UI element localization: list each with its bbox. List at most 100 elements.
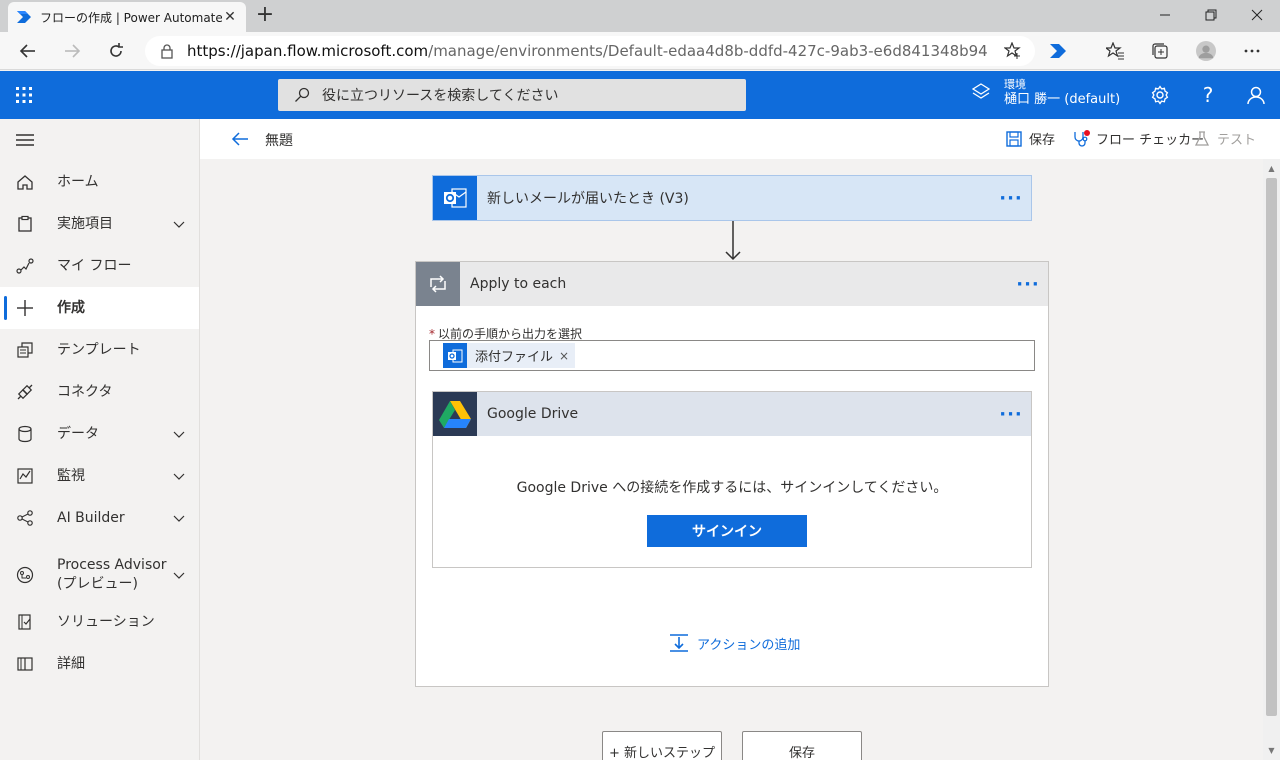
remove-token-icon[interactable]: × — [559, 349, 569, 363]
account-icon[interactable] — [1244, 83, 1268, 107]
power-automate-icon — [17, 11, 31, 23]
save-command[interactable]: 保存 — [1005, 129, 1055, 148]
back-icon[interactable] — [14, 37, 42, 65]
flow-checker-command[interactable]: フロー チェッカー — [1072, 129, 1204, 148]
sidebar-item-label: AI Builder — [57, 509, 125, 526]
url-field[interactable]: https://japan.flow.microsoft.com/manage/… — [145, 36, 1035, 66]
new-step-button[interactable]: + 新しいステップ — [602, 731, 722, 760]
chevron-down-icon[interactable] — [173, 569, 185, 581]
chevron-down-icon[interactable] — [173, 218, 185, 230]
refresh-icon[interactable] — [102, 37, 130, 65]
sidebar-item-label: 監視 — [57, 467, 85, 484]
restore-icon[interactable] — [1188, 0, 1234, 30]
ai-builder-icon — [16, 509, 34, 527]
sidebar-item-connector[interactable]: コネクタ — [0, 371, 199, 413]
output-select-field[interactable]: 添付ファイル × — [429, 340, 1035, 371]
sidebar-item-book[interactable]: 詳細 — [0, 643, 199, 685]
url-path: /manage/environments/Default-edaa4d8b-dd… — [428, 42, 987, 60]
sidebar-item-label: Process Advisor (プレビュー) — [57, 557, 167, 592]
add-action-button[interactable]: アクションの追加 — [669, 633, 800, 653]
sidebar-item-process-advisor[interactable]: Process Advisor (プレビュー) — [0, 549, 199, 601]
scrollbar-thumb[interactable] — [1266, 178, 1277, 716]
sidebar-item-flow[interactable]: マイ フロー — [0, 245, 199, 287]
loop-more-options-icon[interactable]: ··· — [1008, 262, 1048, 306]
resource-search-input[interactable]: 役に立つリソースを検索してください — [278, 79, 746, 111]
trigger-card[interactable]: 新しいメールが届いたとき (V3) ··· — [432, 175, 1032, 221]
settings-gear-icon[interactable] — [1148, 83, 1172, 107]
environment-label: 環境 — [1004, 78, 1026, 91]
connector-arrow-icon — [725, 221, 741, 261]
search-placeholder: 役に立つリソースを検索してください — [322, 88, 559, 104]
lock-icon — [161, 44, 173, 59]
template-icon — [16, 341, 34, 359]
flow-title[interactable]: 無題 — [265, 130, 293, 150]
profile-avatar-icon[interactable] — [1196, 41, 1216, 61]
process-advisor-icon — [16, 566, 34, 584]
trigger-more-options-icon[interactable]: ··· — [991, 176, 1031, 220]
add-action-icon — [670, 634, 688, 652]
hamburger-menu-icon[interactable] — [16, 133, 34, 147]
chevron-down-icon[interactable] — [173, 428, 185, 440]
app-launcher-icon[interactable] — [12, 83, 36, 107]
browser-tab-title: フローの作成 | Power Automate — [40, 10, 222, 25]
add-favorite-icon[interactable] — [1003, 41, 1023, 61]
trigger-title: 新しいメールが届いたとき (V3) — [487, 191, 689, 207]
sidebar-item-label: ソリューション — [57, 613, 155, 630]
sidebar-item-monitor[interactable]: 監視 — [0, 455, 199, 497]
scroll-down-icon[interactable]: ▼ — [1266, 745, 1277, 756]
browser-tab-strip: フローの作成 | Power Automate ✕ + — [0, 0, 1280, 32]
flow-checker-label: フロー チェッカー — [1096, 133, 1205, 148]
minimize-icon[interactable] — [1142, 0, 1188, 30]
sidebar-item-label: 詳細 — [57, 655, 85, 672]
forward-icon[interactable] — [58, 37, 86, 65]
connector-icon — [16, 383, 34, 401]
sidebar-item-ai-builder[interactable]: AI Builder — [0, 497, 199, 539]
help-icon[interactable]: ? — [1196, 83, 1220, 107]
browser-tab[interactable]: フローの作成 | Power Automate ✕ — [8, 2, 246, 32]
environment-name: 樋口 勝一 (default) — [1004, 92, 1121, 107]
google-drive-header[interactable]: Google Drive ··· — [433, 392, 1031, 436]
output-select-label-text: 以前の手順から出力を選択 — [438, 327, 583, 341]
flask-icon — [1194, 130, 1210, 146]
plus-icon — [16, 299, 34, 317]
sidebar-item-clipboard[interactable]: 実施項目 — [0, 203, 199, 245]
sidebar-item-label: テンプレート — [57, 341, 141, 358]
back-arrow-icon[interactable] — [230, 129, 250, 149]
google-drive-more-options-icon[interactable]: ··· — [991, 392, 1031, 436]
environment-icon — [972, 83, 990, 99]
close-tab-icon[interactable]: ✕ — [222, 9, 238, 25]
chevron-down-icon[interactable] — [173, 470, 185, 482]
sidebar-item-database[interactable]: データ — [0, 413, 199, 455]
test-command[interactable]: テスト — [1193, 129, 1256, 148]
google-drive-title: Google Drive — [487, 406, 579, 422]
browser-menu-icon[interactable] — [1242, 41, 1262, 61]
collections-icon[interactable] — [1150, 41, 1170, 61]
apply-to-each-header[interactable]: Apply to each ··· — [416, 262, 1048, 306]
apply-to-each-title: Apply to each — [470, 276, 567, 292]
sidebar-item-plus[interactable]: 作成 — [0, 287, 199, 329]
signin-button[interactable]: サインイン — [647, 515, 807, 547]
scroll-up-icon[interactable]: ▲ — [1266, 163, 1277, 174]
address-bar-row: https://japan.flow.microsoft.com/manage/… — [0, 32, 1280, 70]
google-drive-signin-message: Google Drive への接続を作成するには、サインインしてください。 — [516, 480, 948, 496]
sidebar-item-label: コネクタ — [57, 383, 113, 400]
environment-picker[interactable]: 環境 樋口 勝一 (default) — [972, 77, 1120, 107]
loop-icon — [416, 262, 460, 306]
close-window-icon[interactable] — [1234, 0, 1280, 30]
new-tab-button[interactable]: + — [254, 4, 276, 26]
required-marker: * — [429, 327, 435, 341]
stethoscope-icon — [1074, 129, 1090, 147]
outlook-icon — [433, 176, 477, 220]
save-button[interactable]: 保存 — [742, 731, 862, 760]
monitor-icon — [16, 467, 34, 485]
sidebar-item-home[interactable]: ホーム — [0, 161, 199, 203]
attachments-token[interactable]: 添付ファイル × — [443, 343, 576, 368]
sidebar-item-solution[interactable]: ソリューション — [0, 601, 199, 643]
sidebar-item-label: ホーム — [57, 173, 99, 190]
chevron-down-icon[interactable] — [173, 512, 185, 524]
sidebar-item-template[interactable]: テンプレート — [0, 329, 199, 371]
sidebar-item-label: 作成 — [57, 299, 85, 316]
favorites-icon[interactable] — [1105, 41, 1125, 61]
solution-icon — [16, 613, 34, 631]
power-automate-extension-icon[interactable] — [1048, 41, 1068, 61]
